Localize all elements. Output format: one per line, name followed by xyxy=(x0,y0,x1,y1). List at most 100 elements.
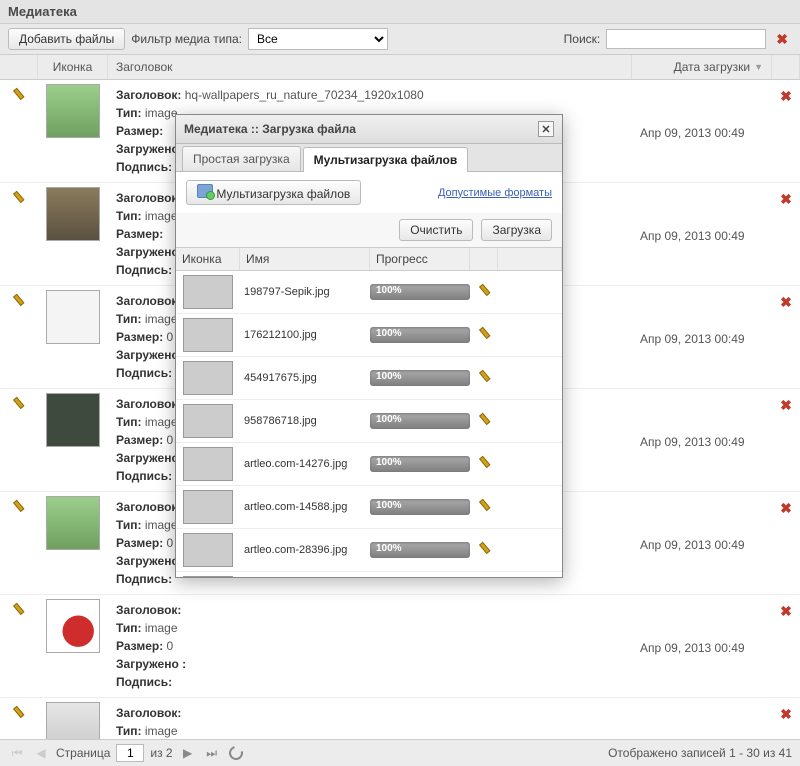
upload-list[interactable]: 198797-Sepik.jpg100%176212100.jpg100%454… xyxy=(176,271,562,577)
ucol-icon[interactable]: Иконка xyxy=(176,248,240,270)
delete-row-icon[interactable]: ✖ xyxy=(776,397,796,414)
edit-upload-icon[interactable] xyxy=(475,496,495,516)
add-files-button[interactable]: Добавить файлы xyxy=(8,28,125,50)
edit-upload-icon[interactable] xyxy=(475,324,495,344)
tab-simple-upload[interactable]: Простая загрузка xyxy=(182,146,301,171)
dialog-title[interactable]: Медиатека :: Загрузка файла ✕ xyxy=(176,115,562,144)
upload-thumbnail xyxy=(183,361,233,395)
upload-dialog: Медиатека :: Загрузка файла ✕ Простая за… xyxy=(175,114,563,578)
page-number-input[interactable] xyxy=(116,744,144,762)
upload-row[interactable]: 198797-Sepik.jpg100% xyxy=(176,271,562,314)
edit-icon[interactable] xyxy=(9,291,29,311)
progress-bar: 100% xyxy=(370,327,470,343)
delete-row-icon[interactable]: ✖ xyxy=(776,603,796,620)
sort-desc-icon: ▼ xyxy=(754,62,763,72)
upload-thumbnail xyxy=(183,447,233,481)
row-details: Заголовок: Тип: imageРазмер: 0Загружено … xyxy=(108,599,632,693)
upload-filename: 198797-Sepik.jpg xyxy=(240,286,370,298)
upload-filename: artleo.com-14276.jpg xyxy=(240,458,370,470)
dialog-tabs: Простая загрузка Мультизагрузка файлов xyxy=(176,144,562,172)
start-upload-button[interactable]: Загрузка xyxy=(481,219,552,241)
col-header-icon[interactable]: Иконка xyxy=(38,55,108,79)
upload-row[interactable]: artleo.com-14588.jpg100% xyxy=(176,486,562,529)
thumbnail xyxy=(46,496,100,550)
progress-bar: 100% xyxy=(370,456,470,472)
thumbnail xyxy=(46,187,100,241)
table-row[interactable]: Заголовок: Тип: imageРазмер: 0Загружено … xyxy=(0,595,800,698)
page-label: Страница xyxy=(56,746,110,760)
delete-row-icon[interactable]: ✖ xyxy=(776,294,796,311)
edit-upload-icon[interactable] xyxy=(475,453,495,473)
upload-thumbnail xyxy=(183,275,233,309)
thumbnail xyxy=(46,393,100,447)
row-date: Апр 09, 2013 00:49 xyxy=(632,187,772,281)
edit-icon[interactable] xyxy=(9,600,29,620)
upload-row[interactable]: artleo.com-14276.jpg100% xyxy=(176,443,562,486)
edit-icon[interactable] xyxy=(9,85,29,105)
edit-icon[interactable] xyxy=(9,497,29,517)
edit-icon[interactable] xyxy=(9,188,29,208)
upload-thumbnail xyxy=(183,576,233,577)
row-date: Апр 09, 2013 00:49 xyxy=(632,290,772,384)
upload-grid-header: Иконка Имя Прогресс xyxy=(176,247,562,271)
upload-row[interactable]: 958786718.jpg100% xyxy=(176,400,562,443)
thumbnail xyxy=(46,84,100,138)
tab-multi-upload[interactable]: Мультизагрузка файлов xyxy=(303,147,469,172)
row-date: Апр 09, 2013 00:49 xyxy=(632,599,772,693)
delete-row-icon[interactable]: ✖ xyxy=(776,88,796,105)
display-msg: Отображено записей 1 - 30 из 41 xyxy=(608,746,792,760)
paging-toolbar: ⏮ ◀ Страница из 2 ▶ ⏭ Отображено записей… xyxy=(0,739,800,766)
search-label: Поиск: xyxy=(564,32,601,46)
progress-bar: 100% xyxy=(370,542,470,558)
ucol-name[interactable]: Имя xyxy=(240,248,370,270)
grid-header: Иконка Заголовок Дата загрузки ▼ xyxy=(0,55,800,80)
upload-filename: 454917675.jpg xyxy=(240,372,370,384)
page-last-icon[interactable]: ⏭ xyxy=(203,744,221,762)
edit-upload-icon[interactable] xyxy=(475,410,495,430)
multi-upload-button[interactable]: Мультизагрузка файлов xyxy=(186,180,361,205)
edit-icon[interactable] xyxy=(9,703,29,723)
page-next-icon[interactable]: ▶ xyxy=(179,744,197,762)
page-first-icon[interactable]: ⏮ xyxy=(8,744,26,762)
thumbnail xyxy=(46,599,100,653)
page-prev-icon[interactable]: ◀ xyxy=(32,744,50,762)
close-icon[interactable]: ✕ xyxy=(538,121,554,137)
panel-title: Медиатека xyxy=(0,0,800,24)
upload-filename: 958786718.jpg xyxy=(240,415,370,427)
upload-row[interactable]: 454917675.jpg100% xyxy=(176,357,562,400)
progress-bar: 100% xyxy=(370,499,470,515)
edit-upload-icon[interactable] xyxy=(475,539,495,559)
progress-bar: 100% xyxy=(370,413,470,429)
upload-thumbnail xyxy=(183,318,233,352)
upload-filename: 176212100.jpg xyxy=(240,329,370,341)
edit-upload-icon[interactable] xyxy=(475,367,495,387)
upload-filename: artleo.com-14588.jpg xyxy=(240,501,370,513)
edit-upload-icon[interactable] xyxy=(475,281,495,301)
refresh-icon[interactable] xyxy=(227,744,245,762)
edit-icon[interactable] xyxy=(9,394,29,414)
upload-thumbnail xyxy=(183,533,233,567)
progress-bar: 100% xyxy=(370,370,470,386)
upload-filename: artleo.com-28396.jpg xyxy=(240,544,370,556)
page-of-label: из 2 xyxy=(150,746,172,760)
upload-row[interactable]: artleo.com-28396.jpg100% xyxy=(176,529,562,572)
filter-select[interactable]: Все xyxy=(248,28,388,50)
col-header-date[interactable]: Дата загрузки ▼ xyxy=(632,55,772,79)
upload-thumbnail xyxy=(183,490,233,524)
allowed-formats-link[interactable]: Допустимые форматы xyxy=(438,187,552,199)
progress-bar: 100% xyxy=(370,284,470,300)
filter-label: Фильтр медиа типа: xyxy=(131,32,242,46)
upload-row[interactable]: artleo.com-41588.jpg100% xyxy=(176,572,562,577)
search-input[interactable] xyxy=(606,29,766,49)
delete-row-icon[interactable]: ✖ xyxy=(776,706,796,723)
clear-search-icon[interactable]: ✖ xyxy=(772,31,792,48)
ucol-progress[interactable]: Прогресс xyxy=(370,248,470,270)
delete-row-icon[interactable]: ✖ xyxy=(776,500,796,517)
row-date: Апр 09, 2013 00:49 xyxy=(632,84,772,178)
row-date: Апр 09, 2013 00:49 xyxy=(632,496,772,590)
upload-thumbnail xyxy=(183,404,233,438)
upload-row[interactable]: 176212100.jpg100% xyxy=(176,314,562,357)
delete-row-icon[interactable]: ✖ xyxy=(776,191,796,208)
clear-button[interactable]: Очистить xyxy=(399,219,473,241)
col-header-title[interactable]: Заголовок xyxy=(108,55,632,79)
